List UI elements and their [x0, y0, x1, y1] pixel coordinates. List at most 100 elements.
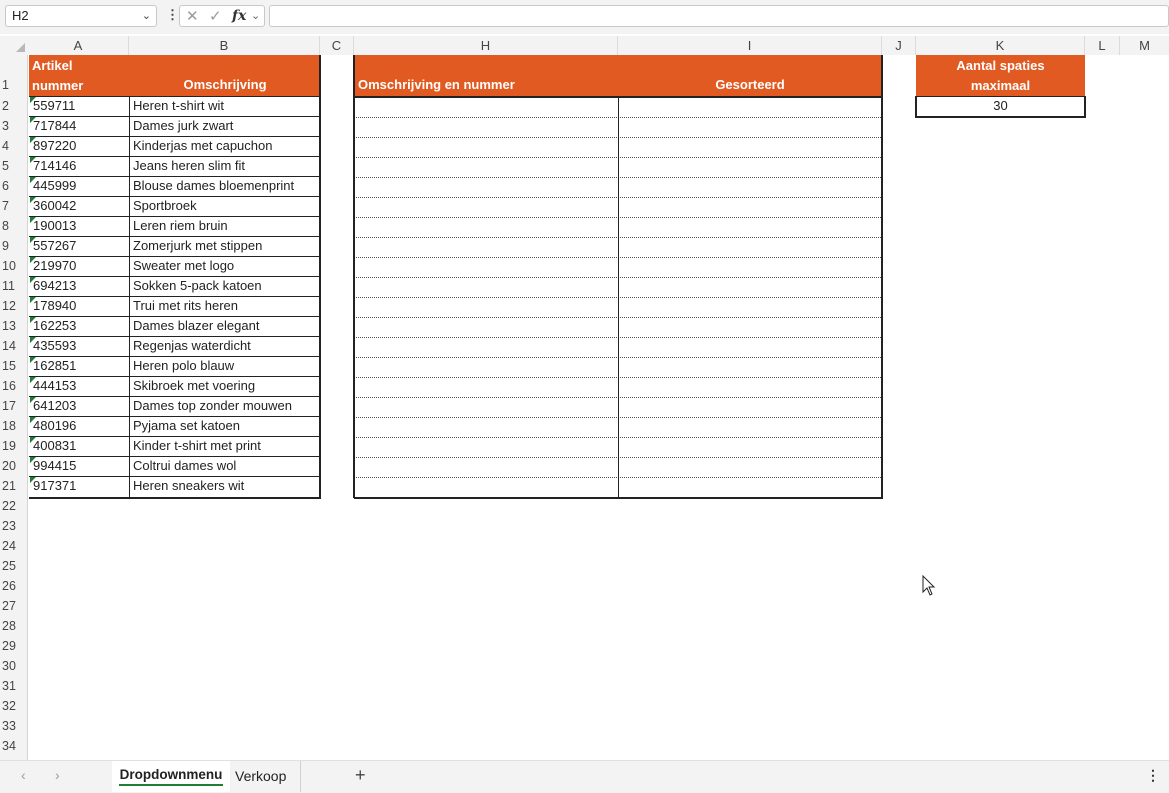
confirm-icon[interactable]: ✓ [209, 7, 222, 25]
chevron-right-icon[interactable]: › [55, 767, 60, 783]
cell-omschrijving[interactable]: Sokken 5-pack katoen [133, 276, 319, 296]
cell-artikel-nummer[interactable]: 694213 [33, 276, 129, 296]
cell-omschrijving[interactable]: Sweater met logo [133, 256, 319, 276]
row-header[interactable]: 23 [0, 516, 27, 536]
row-header[interactable]: 4 [0, 136, 27, 156]
column-header-m[interactable]: M [1120, 36, 1169, 55]
column-header-a[interactable]: A [28, 36, 129, 55]
cell-artikel-nummer[interactable]: 480196 [33, 416, 129, 436]
cell-omschrijving[interactable]: Heren sneakers wit [133, 476, 319, 496]
cell-artikel-nummer[interactable]: 714146 [33, 156, 129, 176]
cell-artikel-nummer[interactable]: 219970 [33, 256, 129, 276]
cell-omschrijving[interactable]: Kinder t-shirt met print [133, 436, 319, 456]
cancel-icon[interactable]: ✕ [186, 7, 199, 25]
row-header[interactable]: 27 [0, 596, 27, 616]
cell-artikel-nummer[interactable]: 641203 [33, 396, 129, 416]
function-icon[interactable]: fx [232, 8, 246, 24]
column-header-h[interactable]: H [354, 36, 618, 55]
cell-omschrijving[interactable]: Trui met rits heren [133, 296, 319, 316]
row-header[interactable]: 32 [0, 696, 27, 716]
cell-omschrijving[interactable]: Pyjama set katoen [133, 416, 319, 436]
sheet-tab-dropdownmenu[interactable]: Dropdownmenu [112, 761, 230, 792]
column-header-b[interactable]: B [129, 36, 320, 55]
row-header[interactable]: 5 [0, 156, 27, 176]
row-header[interactable]: 12 [0, 296, 27, 316]
cell-omschrijving[interactable]: Sportbroek [133, 196, 319, 216]
cell-artikel-nummer[interactable]: 360042 [33, 196, 129, 216]
cell-artikel-nummer[interactable]: 557267 [33, 236, 129, 256]
chevron-down-icon[interactable]: ⌄ [251, 9, 260, 22]
row-header[interactable]: 8 [0, 216, 27, 236]
cell-artikel-nummer[interactable]: 445999 [33, 176, 129, 196]
row-header[interactable]: 9 [0, 236, 27, 256]
cell-artikel-nummer[interactable]: 162851 [33, 356, 129, 376]
row-header[interactable]: 10 [0, 256, 27, 276]
header-aantal-spaties-maximaal[interactable]: Aantal spaties maximaal [916, 55, 1085, 96]
cell-omschrijving[interactable]: Regenjas waterdicht [133, 336, 319, 356]
cell-omschrijving[interactable]: Dames top zonder mouwen [133, 396, 319, 416]
cell-omschrijving[interactable]: Heren polo blauw [133, 356, 319, 376]
row-header[interactable]: 3 [0, 116, 27, 136]
more-options-icon[interactable]: ⋮ [166, 7, 179, 23]
row-header[interactable]: 30 [0, 656, 27, 676]
row-header[interactable]: 2 [0, 96, 27, 116]
cell-omschrijving[interactable]: Jeans heren slim fit [133, 156, 319, 176]
cell-artikel-nummer[interactable]: 162253 [33, 316, 129, 336]
header-omschrijving-en-nummer[interactable]: Omschrijving en nummer [354, 55, 618, 96]
cell-artikel-nummer[interactable]: 435593 [33, 336, 129, 356]
add-sheet-icon[interactable]: + [355, 765, 366, 786]
cell-artikel-nummer[interactable]: 994415 [33, 456, 129, 476]
column-header-j[interactable]: J [882, 36, 916, 55]
cell-omschrijving[interactable]: Kinderjas met capuchon [133, 136, 319, 156]
cell-omschrijving[interactable]: Blouse dames bloemenprint [133, 176, 319, 196]
cell-omschrijving[interactable]: Coltrui dames wol [133, 456, 319, 476]
row-header[interactable]: 1 [0, 55, 27, 96]
cell-artikel-nummer[interactable]: 559711 [33, 96, 129, 116]
cell-omschrijving[interactable]: Skibroek met voering [133, 376, 319, 396]
cell-artikel-nummer[interactable]: 917371 [33, 476, 129, 496]
chevron-left-icon[interactable]: ‹ [21, 767, 26, 783]
header-artikel-nummer[interactable]: Artikel nummer [29, 55, 130, 96]
row-header[interactable]: 29 [0, 636, 27, 656]
row-header[interactable]: 17 [0, 396, 27, 416]
cell-omschrijving[interactable]: Leren riem bruin [133, 216, 319, 236]
row-header[interactable]: 34 [0, 736, 27, 756]
cell-omschrijving[interactable]: Dames blazer elegant [133, 316, 319, 336]
header-gesorteerd[interactable]: Gesorteerd [618, 55, 882, 96]
row-header[interactable]: 28 [0, 616, 27, 636]
cell-artikel-nummer[interactable]: 400831 [33, 436, 129, 456]
cell-omschrijving[interactable]: Dames jurk zwart [133, 116, 319, 136]
cell-artikel-nummer[interactable]: 178940 [33, 296, 129, 316]
chevron-down-icon[interactable]: ⌄ [142, 6, 151, 26]
formula-input[interactable] [269, 5, 1169, 27]
row-header[interactable]: 24 [0, 536, 27, 556]
cell-artikel-nummer[interactable]: 897220 [33, 136, 129, 156]
row-header[interactable]: 25 [0, 556, 27, 576]
column-header-l[interactable]: L [1085, 36, 1120, 55]
cell-artikel-nummer[interactable]: 190013 [33, 216, 129, 236]
cell-omschrijving[interactable]: Heren t-shirt wit [133, 96, 319, 116]
cell-artikel-nummer[interactable]: 444153 [33, 376, 129, 396]
row-header[interactable]: 15 [0, 356, 27, 376]
row-header[interactable]: 31 [0, 676, 27, 696]
row-header[interactable]: 22 [0, 496, 27, 516]
row-header[interactable]: 20 [0, 456, 27, 476]
name-box[interactable]: H2 ⌄ [5, 5, 157, 27]
row-header[interactable]: 18 [0, 416, 27, 436]
sheet-tab-verkoop[interactable]: Verkoop [235, 761, 302, 792]
cell-omschrijving[interactable]: Zomerjurk met stippen [133, 236, 319, 256]
select-all-button[interactable] [0, 36, 28, 55]
column-header-k[interactable]: K [916, 36, 1085, 55]
header-omschrijving[interactable]: Omschrijving [130, 55, 320, 96]
cell-artikel-nummer[interactable]: 717844 [33, 116, 129, 136]
row-header[interactable]: 14 [0, 336, 27, 356]
more-options-icon[interactable]: ⋮ [1146, 767, 1160, 784]
cell-max-spaties[interactable]: 30 [916, 96, 1085, 117]
row-header[interactable]: 11 [0, 276, 27, 296]
row-header[interactable]: 21 [0, 476, 27, 496]
row-header[interactable]: 7 [0, 196, 27, 216]
row-header[interactable]: 6 [0, 176, 27, 196]
row-header[interactable]: 13 [0, 316, 27, 336]
column-header-i[interactable]: I [618, 36, 882, 55]
row-header[interactable]: 33 [0, 716, 27, 736]
